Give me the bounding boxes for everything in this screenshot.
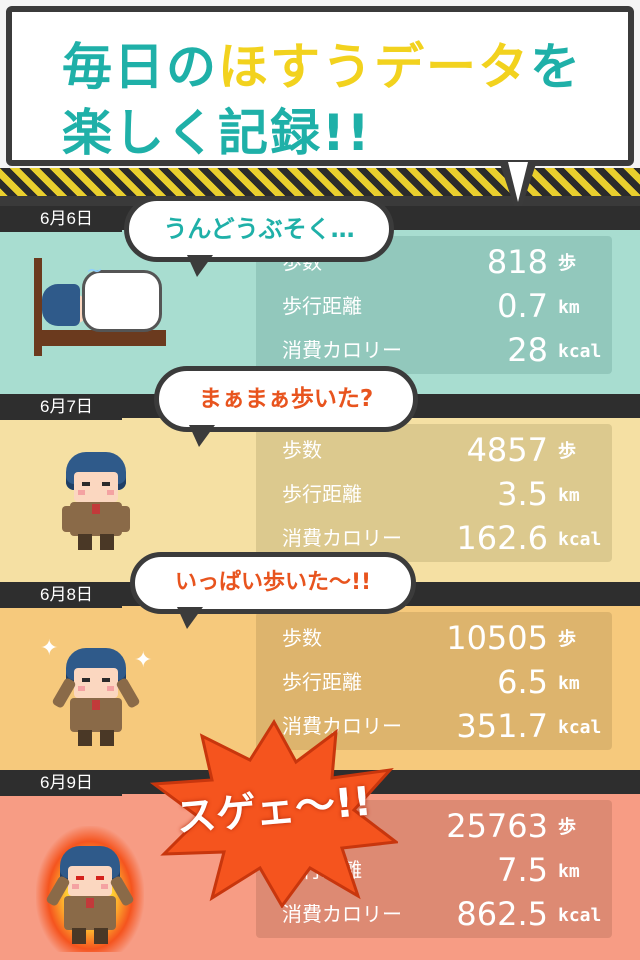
speech-bubble: いっぱい歩いた〜!! (130, 552, 416, 629)
bubble-tail (187, 255, 213, 277)
hazard-stripes (0, 168, 640, 198)
headline-line1: 毎日のほすうデータを (62, 34, 582, 100)
calories-value: 862.5 (456, 895, 548, 933)
headline-part2: を (530, 38, 582, 96)
steps-unit: 歩 (558, 253, 576, 274)
date-label: 6月7日 (0, 394, 122, 420)
date-label: 6月9日 (0, 770, 122, 796)
steps-label: 歩数 (282, 438, 322, 462)
distance-row: 歩行距離 3.5 km (256, 472, 612, 516)
distance-row: 歩行距離 0.7 km (256, 284, 612, 328)
distance-unit: km (558, 673, 580, 694)
steps-unit: 歩 (558, 629, 576, 650)
sparkle-icon: ✦ (134, 648, 153, 673)
calories-unit: kcal (558, 717, 602, 738)
distance-unit: km (558, 485, 580, 506)
headline: 毎日のほすうデータを 楽しく記録!! (62, 34, 582, 166)
distance-row: 歩行距離 6.5 km (256, 660, 612, 704)
headline-speech-bubble: 毎日のほすうデータを 楽しく記録!! (6, 6, 634, 218)
distance-label: 歩行距離 (282, 294, 362, 318)
bubble-text: うんどうぶそく… (163, 215, 355, 243)
steps-unit: 歩 (558, 817, 576, 838)
speech-bubble: まぁまぁ歩いた? (154, 366, 418, 447)
snore-icon: ~ (86, 258, 103, 282)
standing-character-icon (56, 452, 136, 552)
distance-value: 6.5 (497, 663, 548, 701)
headline-part1: 毎日の (62, 38, 218, 96)
date-label: 6月8日 (0, 582, 122, 608)
calories-unit: kcal (558, 529, 602, 550)
steps-row: 歩数 10505 歩 (256, 616, 612, 660)
calories-unit: kcal (558, 341, 602, 362)
distance-unit: km (558, 861, 580, 882)
steps-value: 10505 (446, 619, 548, 657)
flaming-character-icon (45, 846, 135, 946)
sleeping-character-icon: ~ (28, 258, 168, 358)
distance-value: 3.5 (497, 475, 548, 513)
distance-label: 歩行距離 (282, 482, 362, 506)
distance-value: 7.5 (497, 851, 548, 889)
speech-bubble: うんどうぶそく… (124, 196, 394, 277)
date-label: 6月6日 (0, 206, 122, 232)
exclamation-burst: スゲェ〜!! (150, 718, 398, 908)
bubble-text: いっぱい歩いた〜!! (174, 570, 372, 595)
bubble-text: まぁまぁ歩いた? (198, 386, 374, 412)
steps-unit: 歩 (558, 441, 576, 462)
bubble-tail (177, 607, 203, 629)
distance-label: 歩行距離 (282, 670, 362, 694)
steps-value: 25763 (446, 807, 548, 845)
steps-row: 歩数 4857 歩 (256, 428, 612, 472)
distance-unit: km (558, 297, 580, 318)
calories-value: 351.7 (456, 707, 548, 745)
headline-line2: 楽しく記録!! (62, 104, 372, 162)
header-area: 毎日のほすうデータを 楽しく記録!! (0, 0, 640, 218)
bubble-tail-inner (508, 162, 528, 202)
distance-value: 0.7 (497, 287, 548, 325)
steps-value: 4857 (466, 431, 548, 469)
steps-label: 歩数 (282, 626, 322, 650)
cheering-character-icon (51, 648, 141, 748)
headline-highlight: ほすうデータ (218, 38, 530, 96)
calories-unit: kcal (558, 905, 602, 926)
steps-value: 818 (486, 243, 548, 281)
stats-box: 歩数 4857 歩 歩行距離 3.5 km 消費カロリー 162.6 kcal (256, 424, 612, 562)
calories-value: 162.6 (456, 519, 548, 557)
calories-value: 28 (507, 331, 548, 369)
bubble-tail (189, 425, 215, 447)
